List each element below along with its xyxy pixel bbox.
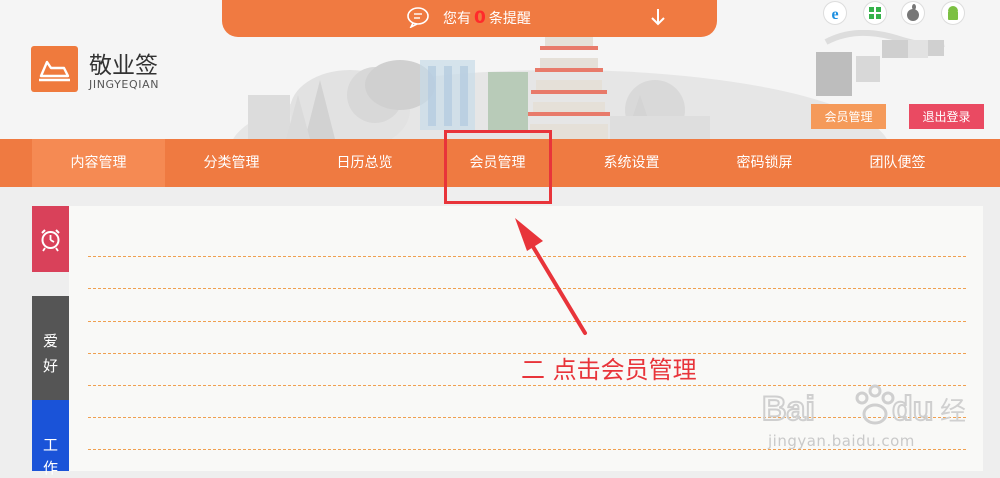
- watermark-url: jingyan.baidu.com: [768, 432, 915, 450]
- nav-item-category[interactable]: 分类管理: [165, 139, 298, 187]
- notification-suffix: 条提醒: [488, 11, 531, 27]
- tab-hobby-char: 好: [42, 357, 58, 375]
- header: 您有 0 条提醒 e 敬业签 JINGYEQIAN 会员管理 退出登录: [0, 0, 1000, 139]
- alarm-clock-icon: [41, 229, 60, 252]
- nav-item-calendar[interactable]: 日历总览: [298, 139, 431, 187]
- logout-button[interactable]: 退出登录: [909, 104, 984, 129]
- nav-item-content[interactable]: 内容管理: [32, 139, 165, 187]
- avatar[interactable]: [816, 30, 946, 98]
- notification-count: 0: [474, 8, 486, 28]
- tab-work-char: 作: [42, 459, 58, 477]
- android-icon[interactable]: [942, 2, 964, 24]
- logo-subtitle: JINGYEQIAN: [89, 78, 160, 91]
- member-management-button[interactable]: 会员管理: [811, 104, 886, 129]
- tab-reminder[interactable]: [32, 206, 69, 272]
- apple-icon[interactable]: [902, 2, 924, 24]
- logo-badge: [31, 46, 78, 92]
- tab-hobby-char: 爱: [42, 332, 58, 350]
- nav-item-team-notes[interactable]: 团队便签: [831, 139, 964, 187]
- tab-work-char: 工: [42, 436, 58, 454]
- notification-prefix: 您有: [443, 11, 471, 27]
- annotation-arrow: [515, 218, 587, 335]
- arrow-down-icon[interactable]: [649, 6, 667, 28]
- svg-text:e: e: [831, 6, 838, 23]
- svg-text:经: 经: [940, 397, 966, 427]
- chat-bubble-icon: [407, 7, 429, 28]
- annotation-text: 二 点击会员管理: [521, 356, 697, 384]
- notification-bar[interactable]: 您有 0 条提醒: [222, 0, 717, 37]
- tab-work[interactable]: 工 作: [32, 400, 69, 477]
- boat-icon: [39, 60, 70, 82]
- nav-item-settings[interactable]: 系统设置: [565, 139, 698, 187]
- ie-icon[interactable]: e: [824, 2, 846, 24]
- tab-hobby[interactable]: 爱 好: [32, 296, 69, 400]
- logo-title: 敬业签: [89, 53, 158, 79]
- windows-icon[interactable]: [864, 2, 886, 24]
- nav-item-lock-screen[interactable]: 密码锁屏: [698, 139, 831, 187]
- notification-text: 您有 0 条提醒: [443, 8, 531, 29]
- annotation-highlight-box: [444, 130, 552, 204]
- svg-text:Bai: Bai: [762, 390, 815, 428]
- svg-text:du: du: [892, 390, 934, 428]
